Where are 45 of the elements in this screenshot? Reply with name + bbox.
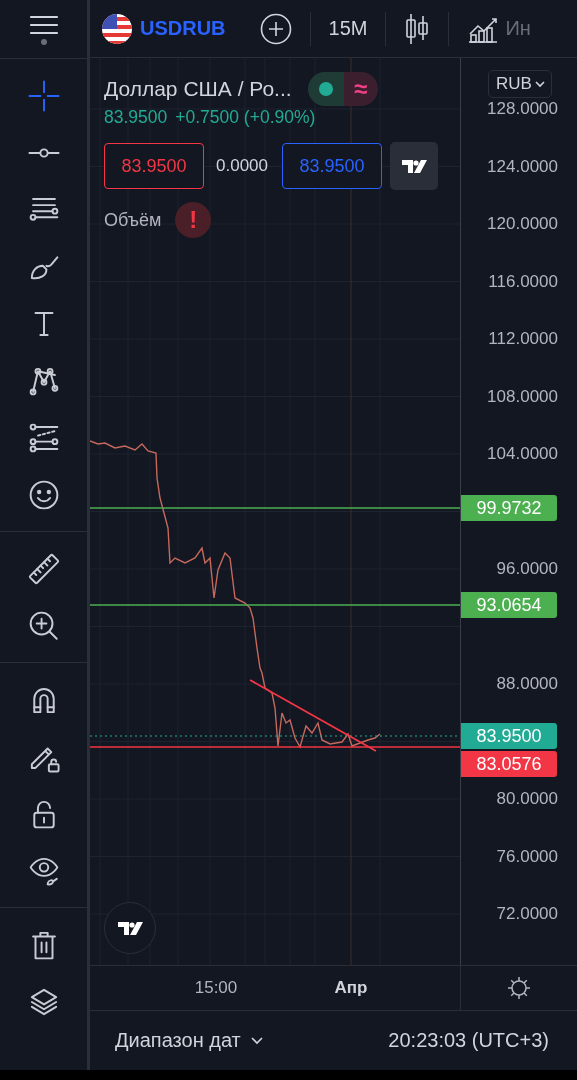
chevron-icon (250, 1036, 263, 1045)
price-tick: 104.0000 (487, 444, 558, 464)
volume-label: Объём (104, 209, 162, 231)
price-change: +0.7500 (+0.90%) (175, 107, 316, 128)
status-dot-icon (318, 82, 333, 96)
interval-button[interactable]: 15M (328, 17, 368, 40)
logo-button[interactable] (104, 902, 156, 954)
candles-icon[interactable] (404, 12, 431, 45)
price-tick: 76.0000 (496, 846, 558, 867)
settings-icon[interactable] (507, 976, 531, 1000)
price-tick: 116.0000 (488, 271, 558, 292)
price-tick: 120.0000 (487, 214, 558, 234)
price-label: 99.9732 (461, 495, 557, 521)
price-tick: 128.0000 (487, 99, 558, 119)
indicators-label[interactable]: Ин (505, 17, 531, 40)
clock: 20:23:03 (UTC+3) (388, 1029, 549, 1052)
last-price: 83.9500 (104, 107, 168, 128)
flag-icon (102, 13, 132, 44)
caret-icon (534, 80, 545, 88)
time-tick: 15:00 (194, 978, 238, 998)
price-tick: 112.0000 (488, 329, 558, 349)
date-range-button[interactable]: Диапазон дат (115, 1029, 263, 1052)
price-tick: 124.0000 (487, 156, 558, 177)
alert-badge[interactable]: ! (175, 202, 212, 238)
symbol-title: Доллар США / Ро... (104, 77, 292, 101)
price-tick: 80.0000 (496, 789, 558, 809)
time-tick: Апр (334, 978, 368, 998)
crosshair-icon[interactable] (26, 78, 61, 113)
spread-value: 0.0000 (216, 156, 268, 176)
menu-indicator-icon (40, 38, 47, 45)
symbol-name[interactable]: USDRUB (140, 17, 226, 40)
buy-button[interactable]: 83.9500 (282, 143, 382, 189)
price-label: 83.9500 (461, 723, 557, 749)
price-label: 93.0654 (461, 592, 557, 618)
sell-button[interactable]: 83.9500 (104, 143, 204, 189)
price-tick: 108.0000 (487, 386, 558, 407)
price-label: 83.0576 (461, 751, 557, 777)
price-tick: 72.0000 (496, 904, 558, 924)
add-icon[interactable] (259, 12, 292, 45)
logo-button[interactable] (390, 142, 438, 190)
price-tick: 96.0000 (496, 559, 558, 579)
currency-button[interactable]: RUB (488, 70, 552, 98)
price-tick: 88.0000 (496, 674, 558, 694)
ruler-icon[interactable] (26, 551, 61, 586)
menu-icon[interactable] (28, 13, 59, 36)
